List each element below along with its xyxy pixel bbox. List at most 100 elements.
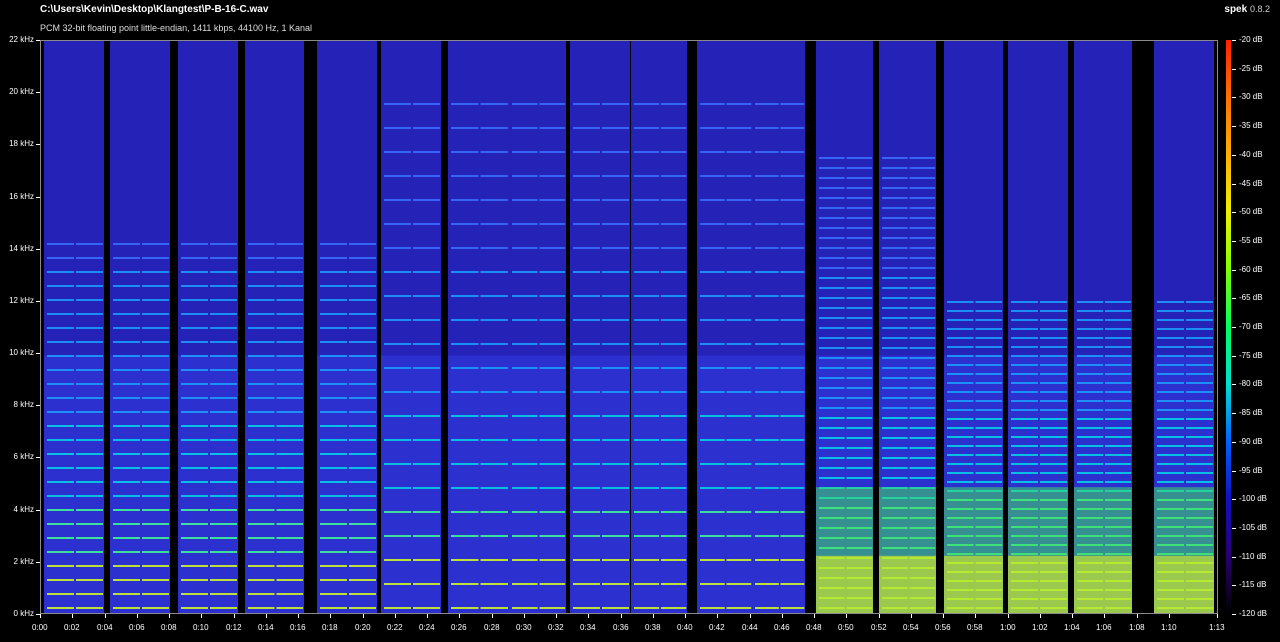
harmonic-line	[539, 367, 566, 369]
x-tick-label: 0:00	[32, 623, 48, 632]
harmonic-line	[248, 257, 275, 259]
harmonic-line	[846, 337, 873, 339]
harmonic-line	[700, 559, 725, 561]
harmonic-line	[726, 151, 752, 153]
harmonic-line	[451, 271, 479, 273]
harmonic-line	[451, 439, 479, 441]
harmonic-line	[634, 103, 660, 105]
harmonic-line	[248, 481, 275, 483]
harmonic-line	[909, 247, 936, 249]
harmonic-line	[1040, 364, 1067, 366]
colorbar-tick	[1232, 298, 1236, 300]
harmonic-line	[512, 439, 538, 441]
harmonic-line	[780, 535, 805, 537]
harmonic-line	[573, 535, 600, 537]
harmonic-line	[909, 437, 936, 439]
harmonic-line	[909, 177, 936, 179]
harmonic-line	[413, 319, 440, 321]
harmonic-line	[512, 151, 538, 153]
colorbar	[1226, 40, 1231, 614]
harmonic-line	[975, 382, 1003, 384]
harmonic-line	[384, 559, 411, 561]
harmonic-line	[700, 511, 725, 513]
harmonic-line	[846, 377, 873, 379]
harmonic-line	[47, 579, 74, 581]
harmonic-line	[248, 383, 275, 385]
harmonic-line	[726, 199, 752, 201]
x-tick-label: 0:08	[161, 623, 177, 632]
harmonic-line	[480, 559, 508, 561]
harmonic-line	[909, 477, 936, 479]
harmonic-line	[1077, 328, 1104, 330]
harmonic-line	[47, 495, 74, 497]
colorbar-label: -110 dB	[1239, 551, 1267, 561]
harmonic-line	[700, 103, 725, 105]
harmonic-line	[181, 593, 208, 595]
harmonic-line	[634, 151, 660, 153]
harmonic-line	[1077, 355, 1104, 357]
harmonic-line	[661, 391, 687, 393]
harmonic-line	[947, 310, 974, 312]
harmonic-line	[47, 243, 74, 245]
harmonic-line	[181, 439, 208, 441]
harmonic-line	[349, 397, 376, 399]
harmonic-line	[384, 367, 411, 369]
harmonic-line	[755, 295, 779, 297]
harmonic-line	[276, 537, 304, 539]
harmonic-line	[846, 437, 873, 439]
harmonic-line	[210, 341, 237, 343]
colorbar-label: -35 dB	[1239, 121, 1263, 131]
harmonic-line	[349, 593, 376, 595]
harmonic-line	[819, 427, 845, 429]
x-tick-mark	[814, 614, 815, 618]
harmonic-line	[700, 199, 725, 201]
harmonic-line	[909, 447, 936, 449]
harmonic-line	[539, 103, 566, 105]
harmonic-line	[755, 463, 779, 465]
harmonic-line	[975, 355, 1003, 357]
y-tick-label: 2 kHz	[13, 556, 34, 566]
harmonic-line	[480, 127, 508, 129]
harmonic-line	[113, 299, 140, 301]
harmonic-line	[602, 607, 629, 609]
harmonic-line	[384, 319, 411, 321]
harmonic-line	[248, 341, 275, 343]
harmonic-line	[573, 463, 600, 465]
harmonic-line	[846, 227, 873, 229]
harmonic-line	[661, 271, 687, 273]
harmonic-line	[76, 313, 103, 315]
harmonic-line	[181, 523, 208, 525]
harmonic-line	[634, 607, 660, 609]
harmonic-line	[846, 277, 873, 279]
harmonic-line	[480, 367, 508, 369]
harmonic-line	[320, 271, 347, 273]
harmonic-line	[882, 357, 908, 359]
harmonic-line	[413, 199, 440, 201]
harmonic-line	[1157, 445, 1184, 447]
harmonic-line	[47, 467, 74, 469]
harmonic-line	[602, 343, 629, 345]
harmonic-line	[47, 537, 74, 539]
harmonic-line	[602, 151, 629, 153]
harmonic-line	[602, 199, 629, 201]
harmonic-line	[320, 243, 347, 245]
harmonic-line	[1105, 463, 1132, 465]
harmonic-line	[320, 607, 347, 609]
harmonic-line	[210, 425, 237, 427]
harmonic-line	[276, 565, 304, 567]
x-tick-mark	[1072, 614, 1073, 618]
harmonic-line	[947, 391, 974, 393]
harmonic-line	[480, 511, 508, 513]
harmonic-line	[846, 357, 873, 359]
harmonic-line	[947, 472, 974, 474]
harmonic-line	[276, 495, 304, 497]
harmonic-line	[76, 579, 103, 581]
harmonic-line	[248, 495, 275, 497]
harmonic-line	[1077, 373, 1104, 375]
colorbar-tick	[1232, 470, 1236, 472]
harmonic-line	[248, 285, 275, 287]
harmonic-line	[276, 243, 304, 245]
harmonic-line	[349, 551, 376, 553]
y-tick-mark	[36, 405, 40, 407]
harmonic-line	[451, 223, 479, 225]
